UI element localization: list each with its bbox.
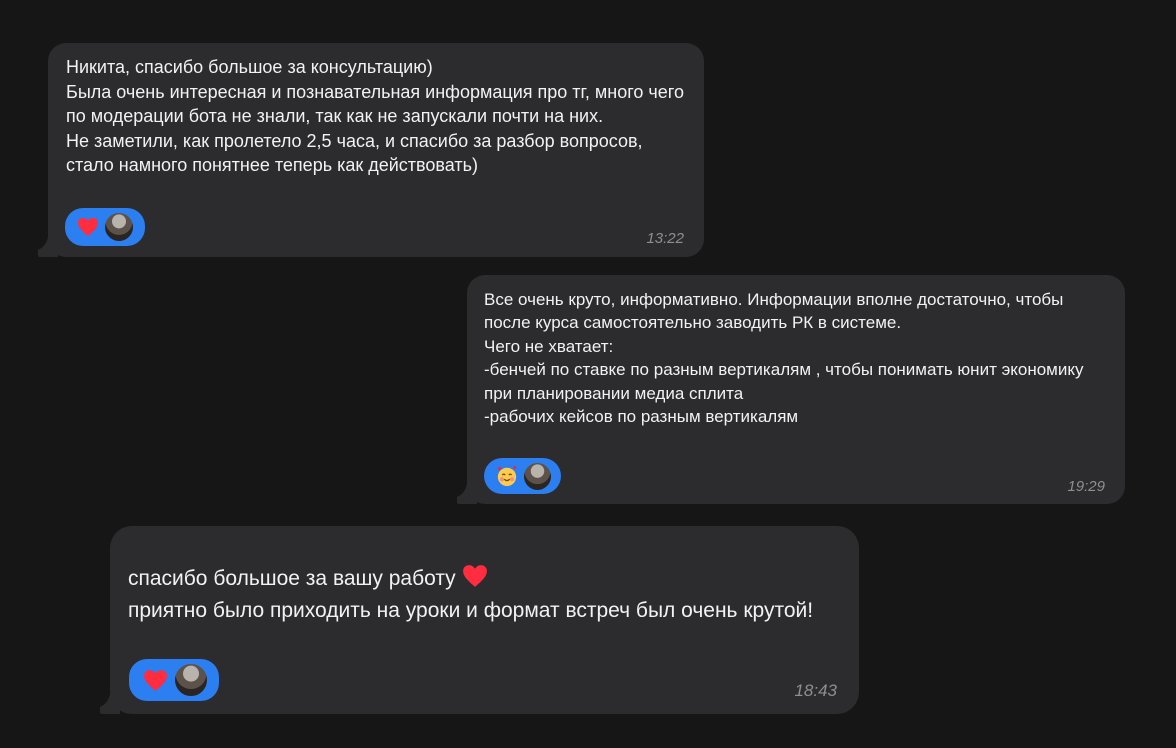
- reactions-pill[interactable]: [129, 659, 219, 701]
- reactor-avatar: [103, 211, 135, 243]
- message-time: 19:29: [1067, 478, 1105, 495]
- reactor-avatar: [522, 460, 553, 492]
- heart-icon: [462, 564, 488, 597]
- reactions-pill[interactable]: [484, 458, 561, 494]
- message-text-line: спасибо большое за вашу работу: [128, 567, 456, 590]
- message-bubble-1[interactable]: Никита, спасибо большое за консультацию)…: [38, 43, 704, 257]
- message-time: 18:43: [794, 681, 837, 700]
- reactor-avatar: [173, 662, 209, 698]
- heart-icon: [143, 669, 168, 692]
- message-text-rest: приятно было приходить на уроки и формат…: [128, 598, 814, 622]
- message-bubble-2[interactable]: Все очень круто, информативно. Информаци…: [457, 275, 1125, 504]
- bubble-tail: [100, 694, 120, 714]
- message-bubble-3[interactable]: спасибо большое за вашу работу приятно б…: [100, 526, 859, 714]
- message-text: спасибо большое за вашу работу приятно б…: [128, 564, 844, 625]
- message-time: 13:22: [646, 230, 684, 247]
- reactions-pill[interactable]: [65, 208, 145, 246]
- bubble-tail: [457, 484, 477, 504]
- smiling-face-with-hearts-icon: [496, 465, 518, 487]
- heart-icon: [77, 217, 99, 237]
- bubble-tail: [38, 237, 58, 257]
- message-text: Все очень круто, информативно. Информаци…: [484, 290, 1084, 427]
- message-text: Никита, спасибо большое за консультацию)…: [66, 57, 684, 175]
